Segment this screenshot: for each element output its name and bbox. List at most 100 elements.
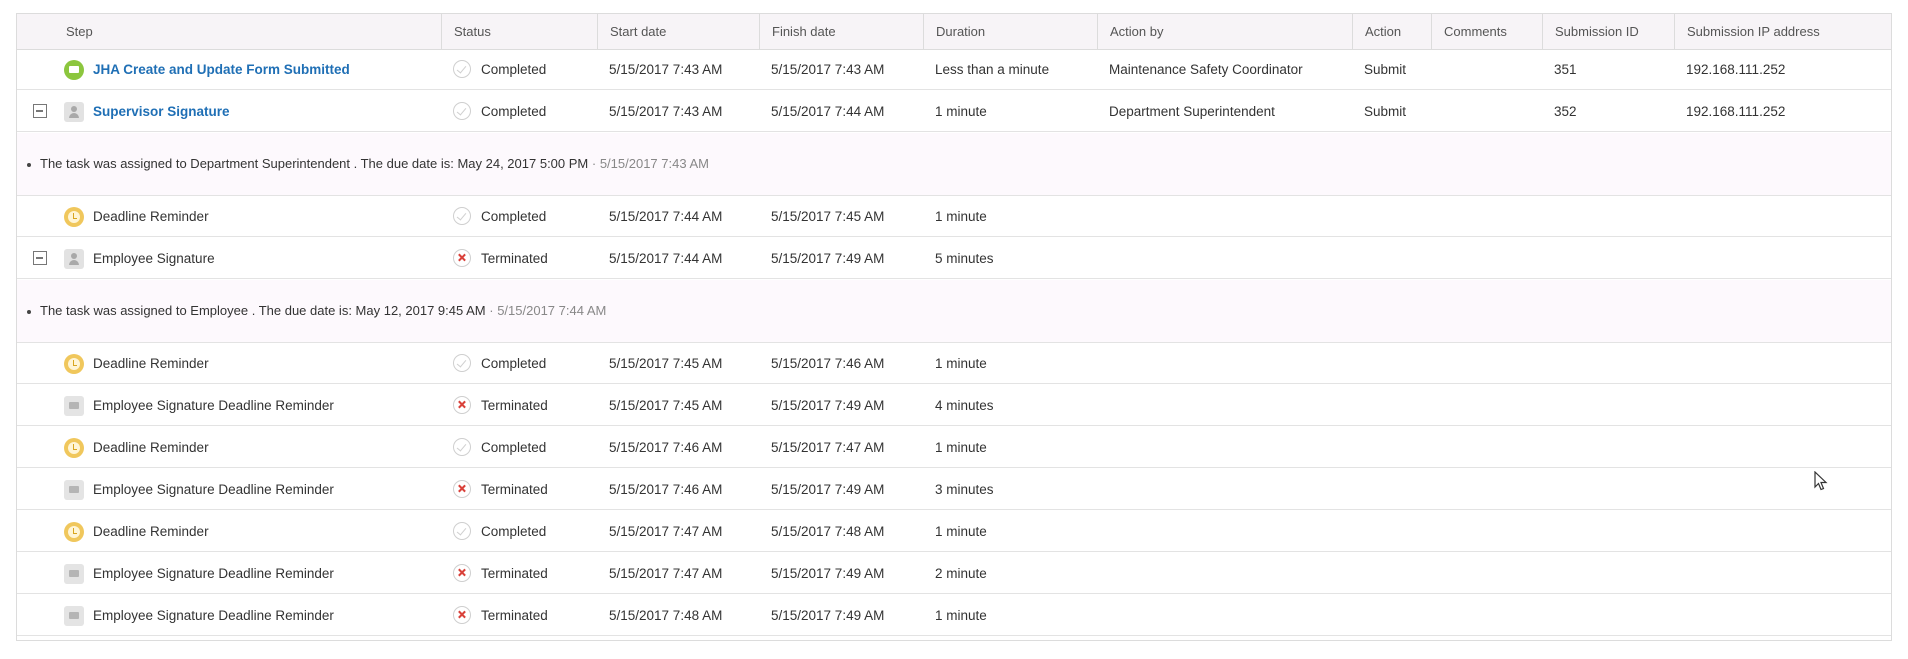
finish-date-cell: 5/15/2017 7:49 AM [771,251,885,266]
step-link[interactable]: JHA Create and Update Form Submitted [93,49,350,90]
table-row[interactable]: Deadline Reminder Completed 5/15/2017 7:46… [17,427,1891,468]
submission-id-cell [1554,553,1674,594]
table-row[interactable]: Deadline Reminder Completed 5/15/2017 7:47… [17,511,1891,552]
duration-cell: 2 minute [935,566,987,581]
status-cell: Completed [441,49,597,90]
finish-date-cell: 5/15/2017 7:45 AM [771,209,885,224]
step-name: Deadline Reminder [93,356,209,371]
action-cell [1364,469,1431,510]
action-cell [1364,343,1431,384]
start-date-cell: 5/15/2017 7:47 AM [609,524,723,539]
submission-id-cell [1554,385,1674,426]
table-row[interactable]: JHA Create and Update Form Submitted Comp… [17,49,1891,90]
terminated-x-icon [453,396,471,414]
step-name: Employee Signature Deadline Reminder [93,566,334,581]
workflow-history-grid: Step Status Start date Finish date Duration A… [16,13,1892,641]
step-name: Deadline Reminder [93,524,209,539]
action-cell [1364,196,1431,237]
collapse-toggle-icon[interactable] [33,104,47,118]
finish-date-cell: 5/15/2017 7:48 AM [771,524,885,539]
action-by-cell [1109,427,1352,468]
step-link[interactable]: Supervisor Signature [93,91,230,132]
person-icon [64,249,84,269]
status-cell: Completed [441,343,597,384]
submission-ip-cell [1686,427,1893,468]
start-date-cell: 5/15/2017 7:43 AM [609,104,723,119]
header-finish-date[interactable]: Finish date [759,14,923,49]
table-row[interactable]: Supervisor Signature Completed 5/15/2017 7… [17,91,1891,132]
submission-ip-cell: 192.168.111.252 [1686,104,1786,119]
comments-cell [1443,511,1542,552]
table-row[interactable]: Employee Signature Deadline Reminder Term… [17,553,1891,594]
submission-ip-cell [1686,385,1893,426]
start-date-cell: 5/15/2017 7:43 AM [609,62,723,77]
start-date-cell: 5/15/2017 7:46 AM [609,440,723,455]
terminated-x-icon [453,480,471,498]
comments-cell [1443,469,1542,510]
step-cell: JHA Create and Update Form Submitted [17,49,441,90]
table-row[interactable]: Employee Signature Terminated 5/15/2017 7:… [17,238,1891,279]
clock-icon [64,354,84,374]
status-cell: Completed [441,511,597,552]
action-cell [1364,511,1431,552]
header-submission-id[interactable]: Submission ID [1542,14,1674,49]
start-date-cell: 5/15/2017 7:44 AM [609,251,723,266]
action-by-cell [1109,343,1352,384]
header-submission-ip[interactable]: Submission IP address [1674,14,1893,49]
status-label: Terminated [481,566,548,581]
start-date-cell: 5/15/2017 7:45 AM [609,398,723,413]
finish-date-cell: 5/15/2017 7:49 AM [771,566,885,581]
status-cell: Terminated [441,553,597,594]
action-by-cell [1109,196,1352,237]
status-cell: Terminated [441,595,597,636]
step-cell: Deadline Reminder [17,427,441,468]
submission-ip-cell [1686,553,1893,594]
submission-id-cell [1554,511,1674,552]
table-row[interactable]: Deadline Reminder Completed 5/15/2017 7:45… [17,343,1891,384]
completed-check-icon [453,207,471,225]
header-step[interactable]: Step [17,14,441,49]
submission-id-cell [1554,343,1674,384]
start-date-cell: 5/15/2017 7:48 AM [609,608,723,623]
action-by-cell [1109,469,1352,510]
header-start-date[interactable]: Start date [597,14,759,49]
header-action-by[interactable]: Action by [1097,14,1352,49]
submission-ip-cell [1686,196,1893,237]
clock-icon [64,438,84,458]
terminated-x-icon [453,564,471,582]
header-status[interactable]: Status [441,14,597,49]
action-cell [1364,553,1431,594]
submission-id-cell: 352 [1554,104,1577,119]
mail-icon [64,480,84,500]
step-cell: Employee Signature Deadline Reminder [17,553,441,594]
action-by-cell: Maintenance Safety Coordinator [1109,62,1303,77]
duration-cell: 1 minute [935,209,987,224]
detail-text: The task was assigned to Department Supe… [40,155,589,171]
table-row[interactable]: Employee Signature Deadline Reminder Term… [17,469,1891,510]
collapse-toggle-icon[interactable] [33,251,47,265]
table-row[interactable]: Deadline Reminder Completed 5/15/2017 7:44… [17,196,1891,237]
table-row[interactable]: Employee Signature Deadline Reminder Term… [17,595,1891,636]
duration-cell: Less than a minute [935,62,1050,77]
action-cell [1364,427,1431,468]
submission-ip-cell [1686,343,1893,384]
step-cell: Employee Signature Deadline Reminder [17,469,441,510]
bullet-icon [27,162,31,167]
header-duration[interactable]: Duration [923,14,1097,49]
table-row[interactable]: Employee Signature Deadline Reminder Term… [17,385,1891,426]
finish-date-cell: 5/15/2017 7:49 AM [771,482,885,497]
finish-date-cell: 5/15/2017 7:49 AM [771,608,885,623]
start-date-cell: 5/15/2017 7:44 AM [609,209,723,224]
bullet-icon [27,309,31,314]
duration-cell: 5 minutes [935,251,994,266]
step-cell: Deadline Reminder [17,196,441,237]
mouse-cursor-icon [1814,471,1828,491]
completed-check-icon [453,438,471,456]
detail-line: The task was assigned to Department Supe… [40,156,709,171]
task-assignment-detail: The task was assigned to Department Supe… [17,133,1891,196]
header-comments[interactable]: Comments [1431,14,1542,49]
action-by-cell [1109,553,1352,594]
status-cell: Completed [441,427,597,468]
header-action[interactable]: Action [1352,14,1431,49]
submission-ip-cell: 192.168.111.252 [1686,62,1786,77]
